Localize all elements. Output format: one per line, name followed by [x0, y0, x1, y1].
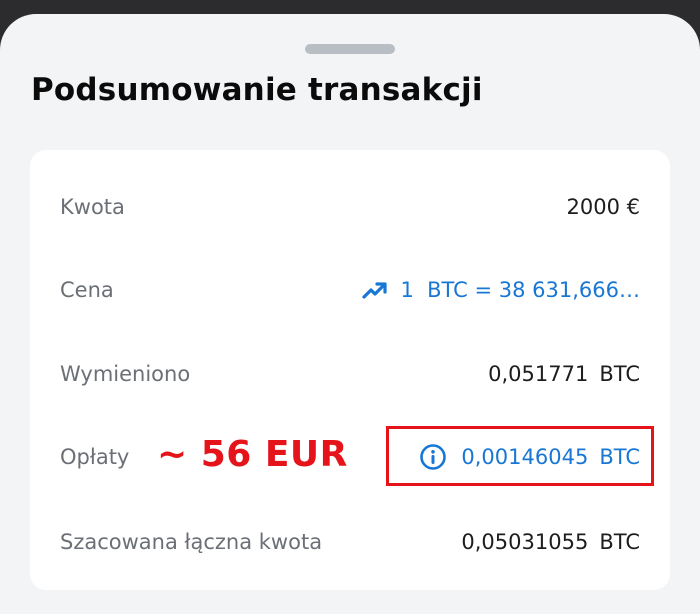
price-value-link[interactable]: 1 BTC = 38 631,666…	[362, 278, 640, 302]
total-label: Szacowana łączna kwota	[60, 530, 323, 554]
amount-label: Kwota	[60, 195, 125, 219]
exchanged-label: Wymieniono	[60, 362, 191, 386]
row-exchanged: Wymieniono 0,051771 BTC	[30, 354, 670, 394]
fees-label: Opłaty	[60, 445, 130, 469]
price-label: Cena	[60, 278, 114, 302]
price-value: 1 BTC = 38 631,666…	[400, 278, 640, 302]
exchanged-unit: BTC	[599, 362, 640, 386]
transaction-summary-card: Kwota 2000 € Cena 1 BTC = 38 631,666… Wy…	[30, 150, 670, 590]
exchanged-value-group: 0,051771 BTC	[488, 362, 640, 386]
amount-value: 2000 €	[566, 195, 640, 219]
fee-annotation: ~ 56 EUR	[157, 434, 348, 475]
exchanged-value: 0,051771	[488, 362, 589, 386]
row-total: Szacowana łączna kwota 0,05031055 BTC	[30, 522, 670, 562]
drag-handle[interactable]	[305, 44, 395, 54]
page-title: Podsumowanie transakcji	[31, 72, 483, 108]
total-value: 0,05031055	[461, 530, 589, 554]
total-unit: BTC	[599, 530, 640, 554]
fee-highlight-box	[386, 426, 654, 486]
row-price[interactable]: Cena 1 BTC = 38 631,666…	[30, 270, 670, 310]
trending-up-icon	[362, 282, 388, 299]
total-value-group: 0,05031055 BTC	[461, 530, 640, 554]
row-amount: Kwota 2000 €	[30, 187, 670, 227]
